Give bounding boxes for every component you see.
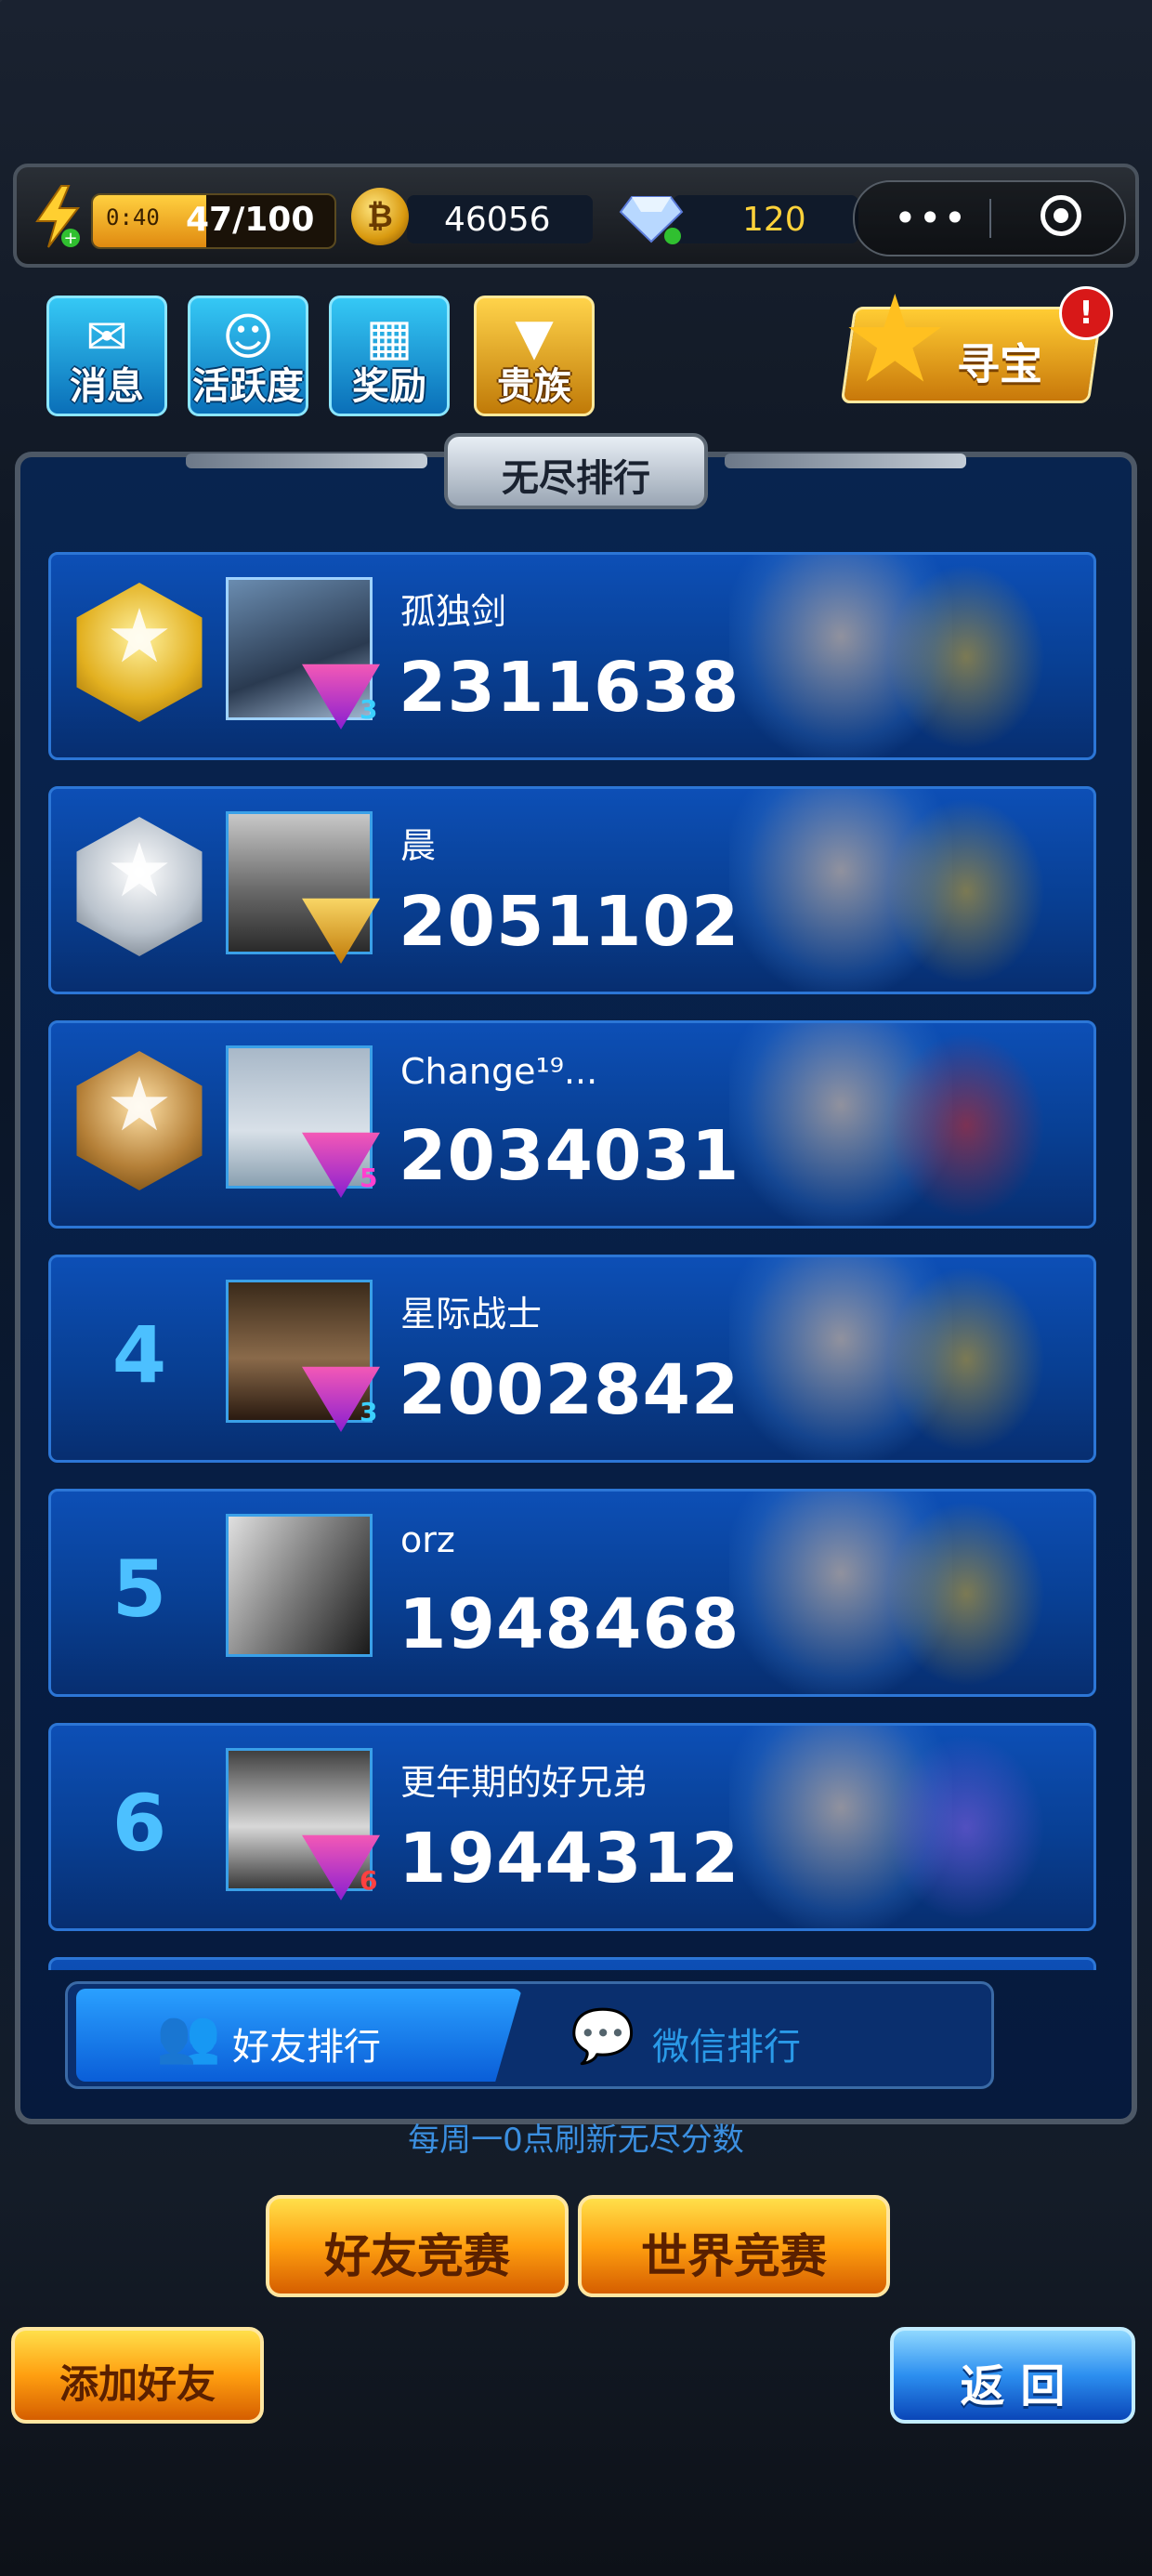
player-name: 孤独剑 bbox=[400, 591, 507, 632]
mech-portrait bbox=[887, 1032, 1045, 1218]
player-score: 2002842 bbox=[399, 1350, 740, 1430]
vip-level: 6 bbox=[360, 1865, 378, 1896]
medal-star-icon: ★ bbox=[106, 593, 173, 679]
nobility-label: 贵族 bbox=[497, 365, 571, 408]
diamond-icon bbox=[619, 196, 684, 244]
mech-portrait bbox=[887, 1501, 1045, 1687]
ranking-row[interactable]: ★ 3 孤独剑 2311638 bbox=[48, 552, 1096, 760]
mech-portrait bbox=[887, 564, 1045, 750]
player-score: 1944312 bbox=[399, 1819, 740, 1899]
ranking-list[interactable]: ★ 3 孤独剑 2311638 ★ 晨 2051102 ★ 5 Change¹⁹… bbox=[46, 548, 1106, 1970]
medal-star-icon: ★ bbox=[106, 827, 173, 913]
vip-level: 5 bbox=[360, 1163, 378, 1193]
player-name: Change¹⁹... bbox=[400, 1051, 598, 1092]
more-icon[interactable]: ••• bbox=[894, 195, 968, 241]
panel-wing-left bbox=[186, 453, 427, 468]
world-match-button[interactable]: 世界竞赛 bbox=[578, 2195, 890, 2297]
activity-button[interactable]: ☺ 活跃度 bbox=[188, 296, 308, 416]
tab-wechat-label: 微信排行 bbox=[652, 2026, 801, 2069]
rewards-button[interactable]: ▦ 奖励 bbox=[329, 296, 450, 416]
player-score: 1948468 bbox=[399, 1584, 740, 1664]
wechat-icon: 💬 bbox=[570, 2006, 635, 2067]
panel-wing-right bbox=[725, 453, 966, 468]
add-friend-label: 添加好友 bbox=[59, 2361, 216, 2407]
world-match-label: 世界竞赛 bbox=[641, 2229, 827, 2283]
gem-value: 120 bbox=[742, 201, 806, 239]
mech-portrait bbox=[887, 798, 1045, 984]
treasure-label: 寻宝 bbox=[957, 339, 1042, 389]
player-score: 2051102 bbox=[399, 882, 740, 962]
rewards-label: 奖励 bbox=[352, 365, 426, 408]
friend-match-label: 好友竞赛 bbox=[324, 2229, 510, 2283]
player-name: 更年期的好兄弟 bbox=[400, 1762, 648, 1803]
svg-text:+: + bbox=[63, 229, 77, 248]
panel-title: 无尽排行 bbox=[502, 457, 650, 500]
jet-star-icon: ★ bbox=[841, 269, 949, 410]
coin-counter[interactable]: 46056 bbox=[407, 195, 593, 243]
rank-number: 5 bbox=[111, 1544, 167, 1635]
capsule-divider bbox=[989, 199, 991, 238]
ranking-row[interactable] bbox=[48, 1957, 1096, 1970]
gem-counter[interactable]: 120 bbox=[673, 195, 858, 243]
messages-label: 消息 bbox=[70, 365, 144, 408]
ranking-row[interactable]: 6 6 更年期的好兄弟 1944312 bbox=[48, 1723, 1096, 1931]
coin-icon: ₿ bbox=[351, 188, 409, 245]
mech-portrait bbox=[887, 1267, 1045, 1452]
nobility-button[interactable]: ▼ 贵族 bbox=[474, 296, 595, 416]
mini-program-capsule: ••• bbox=[853, 180, 1126, 256]
coin-value: 46056 bbox=[444, 201, 551, 239]
ranking-row[interactable]: ★ 晨 2051102 bbox=[48, 786, 1096, 994]
tab-friends-label: 好友排行 bbox=[232, 2026, 381, 2069]
energy-timer: 0:40 bbox=[106, 204, 160, 230]
medal-star-icon: ★ bbox=[106, 1061, 173, 1148]
treasure-alert-badge: ! bbox=[1059, 286, 1113, 340]
rank-number: 6 bbox=[111, 1778, 167, 1869]
panel-header: 无尽排行 bbox=[444, 433, 708, 509]
avatar[interactable] bbox=[226, 1514, 373, 1657]
energy-count: 47/100 bbox=[186, 201, 315, 239]
add-friend-button[interactable]: 添加好友 bbox=[11, 2327, 264, 2424]
player-name: 晨 bbox=[400, 825, 437, 866]
ranking-row[interactable]: 5 orz 1948468 bbox=[48, 1489, 1096, 1697]
back-label: 返 回 bbox=[960, 2360, 1066, 2412]
player-name: orz bbox=[400, 1519, 455, 1560]
refresh-note: 每周一0点刷新无尽分数 bbox=[408, 2122, 744, 2159]
mech-portrait bbox=[887, 1735, 1045, 1921]
player-name: 星际战士 bbox=[400, 1294, 543, 1334]
lightning-icon: + bbox=[35, 185, 81, 248]
energy-meter[interactable]: 0:40 47/100 bbox=[91, 193, 336, 249]
player-score: 2034031 bbox=[399, 1116, 740, 1196]
friends-icon: 👥 bbox=[156, 2006, 221, 2067]
activity-label: 活跃度 bbox=[192, 365, 304, 408]
friend-match-button[interactable]: 好友竞赛 bbox=[266, 2195, 569, 2297]
ranking-row[interactable]: 4 3 星际战士 2002842 bbox=[48, 1255, 1096, 1463]
back-button[interactable]: 返 回 bbox=[890, 2327, 1135, 2424]
resource-bar: + 0:40 47/100 46056 ₿ 120 ••• bbox=[13, 164, 1139, 268]
player-score: 2311638 bbox=[399, 648, 740, 728]
close-target-icon[interactable] bbox=[1041, 195, 1081, 236]
messages-button[interactable]: ✉ 消息 bbox=[46, 296, 167, 416]
ranking-row[interactable]: ★ 5 Change¹⁹... 2034031 bbox=[48, 1020, 1096, 1229]
vip-level: 3 bbox=[360, 694, 378, 725]
rank-number: 4 bbox=[111, 1309, 167, 1400]
vip-level: 3 bbox=[360, 1397, 378, 1427]
